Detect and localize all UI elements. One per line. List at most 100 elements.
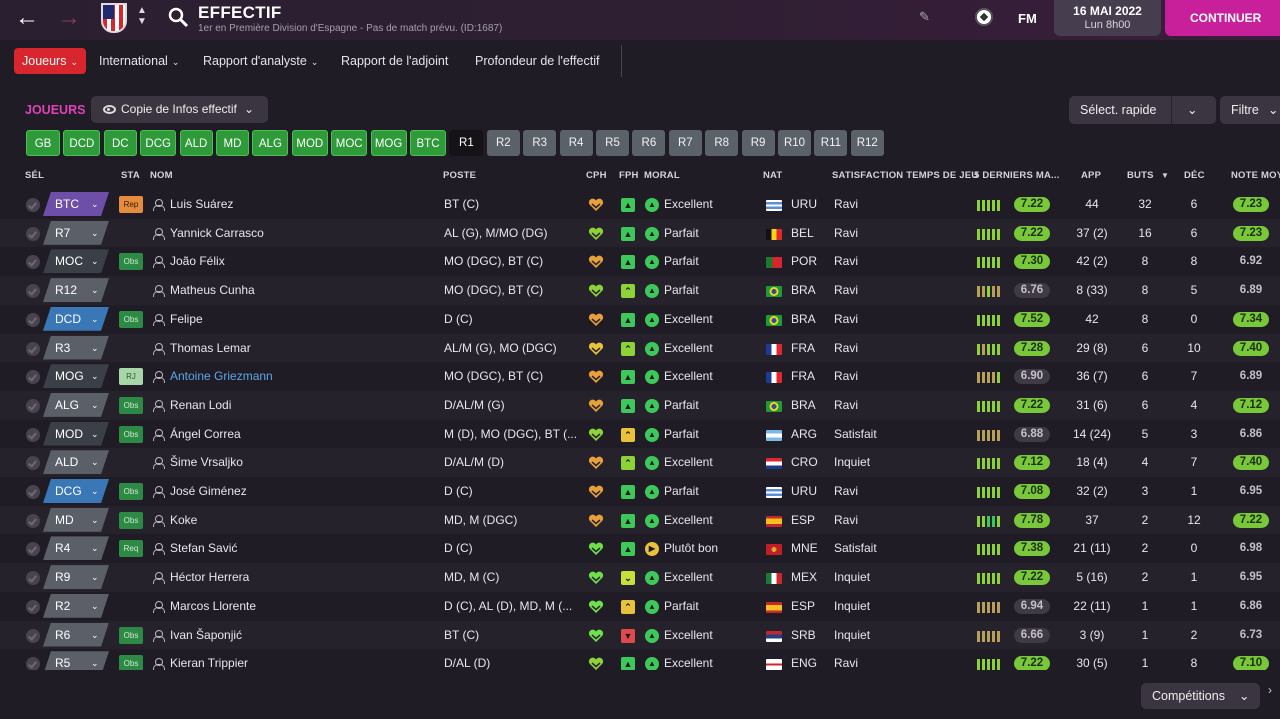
table-row[interactable]: R4 ⌄ Req Stefan Savić D (C) ▲ ▶ Plutôt bon MNE Sa…	[0, 534, 1280, 563]
select-checkbox[interactable]	[26, 571, 40, 586]
position-filter-r1[interactable]: R1	[449, 130, 484, 156]
table-row[interactable]: R5 ⌄ Obs Kieran Trippier D/AL (D) ▲ ▲ Excellent…	[0, 649, 1280, 670]
position-dropdown[interactable]: MOG ⌄	[43, 364, 109, 389]
position-filter-r10[interactable]: R10	[778, 130, 811, 156]
calendar-date[interactable]: 16 MAI 2022 Lun 8h00	[1054, 0, 1161, 36]
column-header-dec[interactable]: DÉC	[1184, 170, 1205, 181]
back-arrow-icon[interactable]: ←	[13, 6, 41, 32]
status-badge[interactable]: Obs	[119, 511, 143, 529]
position-dropdown[interactable]: R6 ⌄	[43, 622, 109, 647]
select-checkbox[interactable]	[26, 198, 40, 212]
nationality[interactable]: CRO	[791, 448, 818, 477]
column-header-sta[interactable]: STA	[121, 170, 140, 181]
view-select-dropdown[interactable]: Copie de Infos effectif ⌄	[91, 96, 268, 123]
nationality[interactable]: ENG	[791, 649, 817, 670]
select-checkbox[interactable]	[26, 255, 40, 270]
select-checkbox[interactable]	[26, 657, 40, 670]
select-checkbox[interactable]	[26, 513, 40, 528]
select-checkbox[interactable]	[26, 341, 40, 356]
position-dropdown[interactable]: ALG ⌄	[43, 392, 109, 417]
nationality[interactable]: URU	[791, 190, 817, 219]
column-header-satisfaction[interactable]: SATISFACTION TEMPS DE JEU	[832, 170, 978, 181]
player-name-link[interactable]: Felipe	[170, 305, 203, 334]
chevron-right-icon[interactable]: ›	[1268, 683, 1272, 697]
table-row[interactable]: R2 ⌄ Marcos Llorente D (C), AL (D), MD, M (…	[0, 592, 1280, 621]
column-header-nat[interactable]: NAT	[763, 170, 782, 181]
position-dropdown[interactable]: DCD ⌄	[43, 306, 109, 331]
nationality[interactable]: FRA	[791, 334, 815, 363]
position-dropdown[interactable]: R12 ⌄	[43, 278, 109, 303]
chevron-down-icon[interactable]: ⌄	[1187, 96, 1197, 124]
select-checkbox[interactable]	[26, 485, 40, 499]
table-row[interactable]: MD ⌄ Obs Koke MD, M (DGC) ▲ ▲ Excellent ESP Ravi 7…	[0, 505, 1280, 535]
status-badge[interactable]: Obs	[119, 483, 143, 500]
column-header-note[interactable]: NOTE MOY	[1231, 170, 1280, 181]
position-filter-r7[interactable]: R7	[668, 130, 702, 156]
status-badge[interactable]: RJ	[119, 368, 143, 386]
club-switch-icon[interactable]: ▲ ▼	[136, 5, 148, 27]
forward-arrow-icon[interactable]: →	[55, 6, 83, 32]
nationality[interactable]: MNE	[791, 534, 818, 563]
position-filter-alg[interactable]: ALG	[252, 130, 289, 156]
table-row[interactable]: ALG ⌄ Obs Renan Lodi D/AL/M (G) ▲ ▲ Parfait BRA R…	[0, 390, 1280, 420]
select-checkbox[interactable]	[26, 398, 40, 413]
column-header-buts[interactable]: BUTS	[1127, 170, 1154, 181]
player-name-link[interactable]: Thomas Lemar	[170, 334, 251, 363]
table-row[interactable]: ALD ⌄ Šime Vrsaljko D/AL/M (D) ⌃ ▲ Excellent CR…	[0, 448, 1280, 477]
position-dropdown[interactable]: DCG ⌄	[43, 479, 109, 503]
position-dropdown[interactable]: R9 ⌄	[43, 565, 109, 590]
status-badge[interactable]: Obs	[119, 655, 143, 670]
nationality[interactable]: POR	[791, 247, 817, 276]
table-row[interactable]: DCG ⌄ Obs José Giménez D (C) ▲ ▲ Parfait URU Ravi…	[0, 477, 1280, 506]
select-checkbox[interactable]	[26, 370, 40, 385]
player-name-link[interactable]: Matheus Cunha	[170, 276, 255, 305]
nationality[interactable]: BEL	[791, 219, 814, 248]
quick-select-dropdown[interactable]: Sélect. rapide ⌄	[1069, 96, 1216, 124]
nationality[interactable]: BRA	[791, 276, 816, 305]
column-header-moral[interactable]: MORAL	[644, 170, 680, 181]
select-checkbox[interactable]	[26, 312, 40, 327]
tab-rapport-analyste[interactable]: Rapport d'analyste ⌄	[195, 48, 326, 74]
position-filter-r12[interactable]: R12	[850, 130, 884, 156]
status-badge[interactable]: Rep	[119, 196, 143, 213]
table-row[interactable]: DCD ⌄ Obs Felipe D (C) ▲ ▲ Excellent BRA Ravi 7.52…	[0, 305, 1280, 334]
position-filter-dcg[interactable]: DCG	[140, 130, 177, 156]
tab-profondeur-effectif[interactable]: Profondeur de l'effectif	[467, 48, 607, 74]
table-row[interactable]: MOG ⌄ RJ Antoine Griezmann MO (DGC), BT (C) ▲…	[0, 362, 1280, 391]
position-filter-r4[interactable]: R4	[559, 130, 593, 156]
continue-button[interactable]: CONTINUER	[1165, 0, 1280, 36]
player-name-link[interactable]: Ivan Šaponjić	[170, 621, 242, 650]
tab-joueurs[interactable]: Joueurs ⌄	[14, 48, 87, 74]
player-name-link[interactable]: José Giménez	[170, 477, 247, 506]
status-badge[interactable]: Obs	[119, 626, 143, 644]
position-filter-r9[interactable]: R9	[741, 130, 775, 156]
status-badge[interactable]: Obs	[119, 310, 143, 328]
column-header-poste[interactable]: POSTE	[443, 170, 476, 181]
player-name-link[interactable]: João Félix	[170, 247, 225, 276]
column-header-fph[interactable]: FPH	[619, 170, 639, 181]
nationality[interactable]: URU	[791, 477, 817, 506]
position-dropdown[interactable]: MOC ⌄	[43, 249, 109, 274]
table-row[interactable]: R7 ⌄ Yannick Carrasco AL (G), M/MO (DG) ▲ ▲ Pa…	[0, 218, 1280, 248]
status-badge[interactable]: Req	[119, 540, 143, 558]
position-filter-gb[interactable]: GB	[26, 130, 60, 156]
position-dropdown[interactable]: R3 ⌄	[43, 335, 109, 360]
sort-down-icon[interactable]: ▼	[1161, 171, 1169, 180]
select-checkbox[interactable]	[26, 599, 40, 614]
nationality[interactable]: ESP	[791, 592, 815, 621]
table-row[interactable]: R9 ⌄ Héctor Herrera MD, M (C) ⌄ ▲ Excellent MEX…	[0, 563, 1280, 592]
position-filter-r6[interactable]: R6	[632, 130, 666, 156]
position-filter-r8[interactable]: R8	[705, 130, 739, 156]
table-row[interactable]: MOD ⌄ Obs Ángel Correa M (D), MO (DGC), BT (…	[0, 420, 1280, 449]
nationality[interactable]: MEX	[791, 563, 817, 592]
table-row[interactable]: BTC ⌄ Rep Luis Suárez BT (C) ▲ ▲ Excellent URU Ra…	[0, 190, 1280, 219]
column-header-cph[interactable]: CPH	[586, 170, 607, 181]
column-header-app[interactable]: APP	[1081, 170, 1101, 181]
column-header-sel[interactable]: SÉL	[25, 170, 44, 181]
table-row[interactable]: R3 ⌄ Thomas Lemar AL/M (G), MO (DGC) ⌃ ▲ Excel…	[0, 333, 1280, 363]
position-filter-ald[interactable]: ALD	[179, 130, 213, 156]
player-name-link[interactable]: Héctor Herrera	[170, 563, 249, 592]
nationality[interactable]: ESP	[791, 506, 815, 535]
football-icon[interactable]	[975, 8, 993, 26]
position-filter-md[interactable]: MD	[216, 130, 249, 156]
